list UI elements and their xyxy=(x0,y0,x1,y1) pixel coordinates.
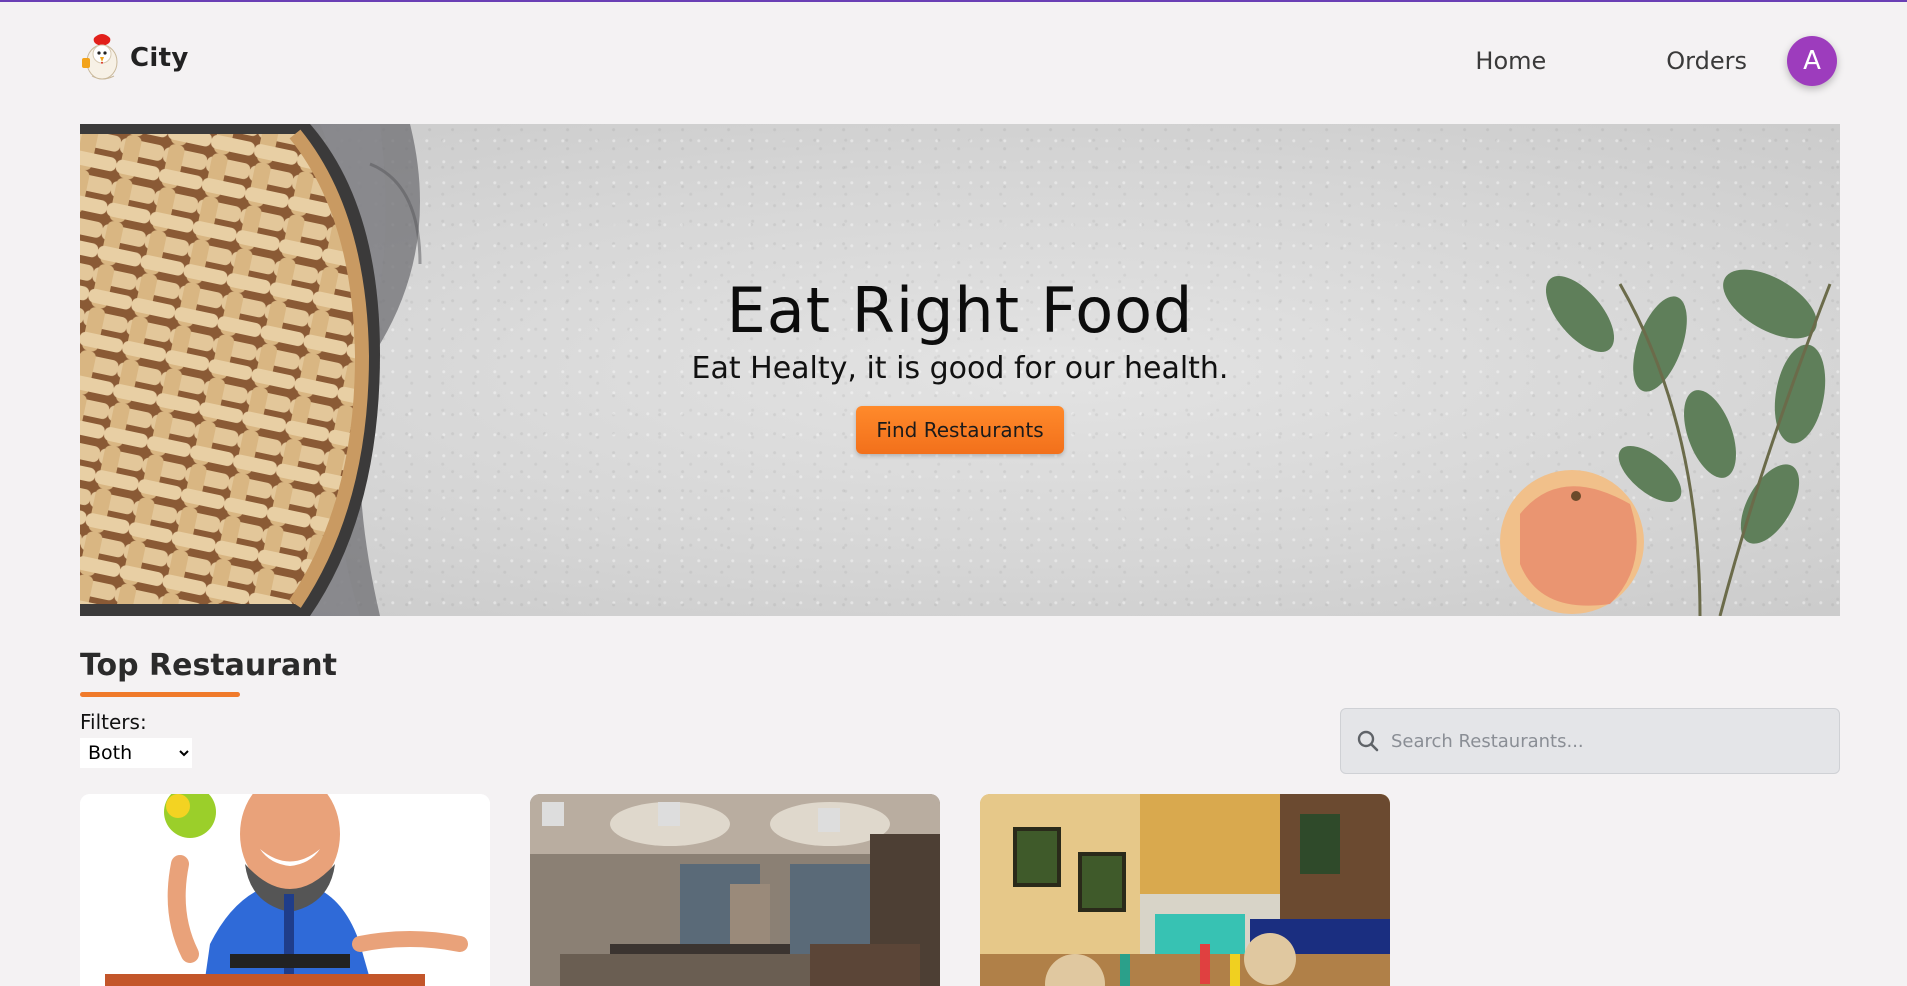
search-box xyxy=(1340,708,1840,774)
hero-banner: Eat Right Food Eat Healty, it is good fo… xyxy=(80,124,1840,616)
search-input[interactable] xyxy=(1391,709,1839,773)
chicken-chef-logo-icon xyxy=(82,34,118,80)
section-title: Top Restaurant xyxy=(80,648,337,683)
filter-select[interactable]: Both xyxy=(80,738,192,768)
restaurant-card[interactable] xyxy=(980,794,1390,986)
filters-label: Filters: xyxy=(80,710,147,734)
hero-title: Eat Right Food xyxy=(726,274,1194,347)
user-avatar[interactable]: A xyxy=(1787,36,1837,86)
nav-orders-link[interactable]: Orders xyxy=(1666,47,1747,75)
hero-subtitle: Eat Healty, it is good for our health. xyxy=(691,351,1229,386)
chef-cartoon-image xyxy=(80,794,490,986)
brand-name: City xyxy=(130,43,189,73)
nav-links: Home Orders A xyxy=(1475,36,1837,86)
search-icon xyxy=(1357,730,1379,752)
navbar: City Home Orders A xyxy=(80,28,1837,88)
filters: Filters: Both xyxy=(80,710,192,768)
restaurant-card[interactable] xyxy=(80,794,490,986)
brand[interactable]: City xyxy=(80,32,189,84)
restaurant-card[interactable] xyxy=(530,794,940,986)
restaurant-card-list xyxy=(80,794,1390,986)
nav-home-link[interactable]: Home xyxy=(1475,47,1546,75)
cafe-interior-image xyxy=(980,794,1390,986)
hero-content: Eat Right Food Eat Healty, it is good fo… xyxy=(80,274,1840,454)
section-underline xyxy=(80,692,240,697)
find-restaurants-button[interactable]: Find Restaurants xyxy=(856,406,1064,454)
restaurant-interior-image xyxy=(530,794,940,986)
